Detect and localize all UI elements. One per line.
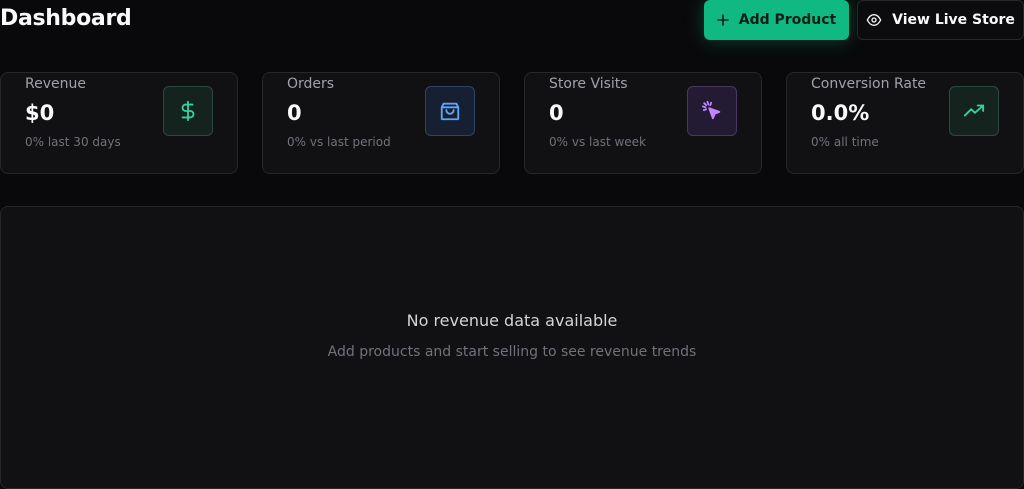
stat-subtext: 0% vs last period (287, 135, 391, 149)
stat-value: 0.0% (811, 101, 870, 125)
stat-subtext: 0% last 30 days (25, 135, 121, 149)
add-product-label: Add Product (738, 12, 837, 28)
empty-state-subtitle: Add products and start selling to see re… (327, 344, 697, 360)
dashboard-page: Dashboard Add Product View Live Store Re… (0, 0, 1024, 489)
shopping-bag-icon (425, 86, 475, 136)
stat-label: Store Visits (549, 76, 628, 92)
stat-value: 0 (287, 101, 302, 125)
stat-value: 0 (549, 101, 564, 125)
revenue-chart-panel: No revenue data available Add products a… (0, 206, 1024, 489)
stat-card-orders: Orders 0 0% vs last period (262, 72, 500, 174)
eye-icon (866, 14, 882, 26)
trending-up-icon (949, 86, 999, 136)
stat-subtext: 0% vs last week (549, 135, 647, 149)
dollar-icon (163, 86, 213, 136)
stat-label: Orders (287, 76, 335, 92)
plus-icon (716, 14, 729, 26)
stat-value: $0 (25, 101, 55, 125)
add-product-button[interactable]: Add Product (704, 0, 849, 40)
stat-label: Conversion Rate (811, 76, 927, 92)
stat-card-store-visits: Store Visits 0 0% vs last week (524, 72, 762, 174)
stat-label: Revenue (25, 76, 86, 92)
page-title: Dashboard (0, 6, 132, 31)
view-live-store-label: View Live Store (892, 12, 1015, 28)
empty-state-title: No revenue data available (406, 311, 618, 330)
stat-subtext: 0% all time (811, 135, 879, 149)
cursor-click-icon (687, 86, 737, 136)
view-live-store-button[interactable]: View Live Store (857, 0, 1024, 40)
stat-card-conversion-rate: Conversion Rate 0.0% 0% all time (786, 72, 1024, 174)
stat-card-revenue: Revenue $0 0% last 30 days (0, 72, 238, 174)
